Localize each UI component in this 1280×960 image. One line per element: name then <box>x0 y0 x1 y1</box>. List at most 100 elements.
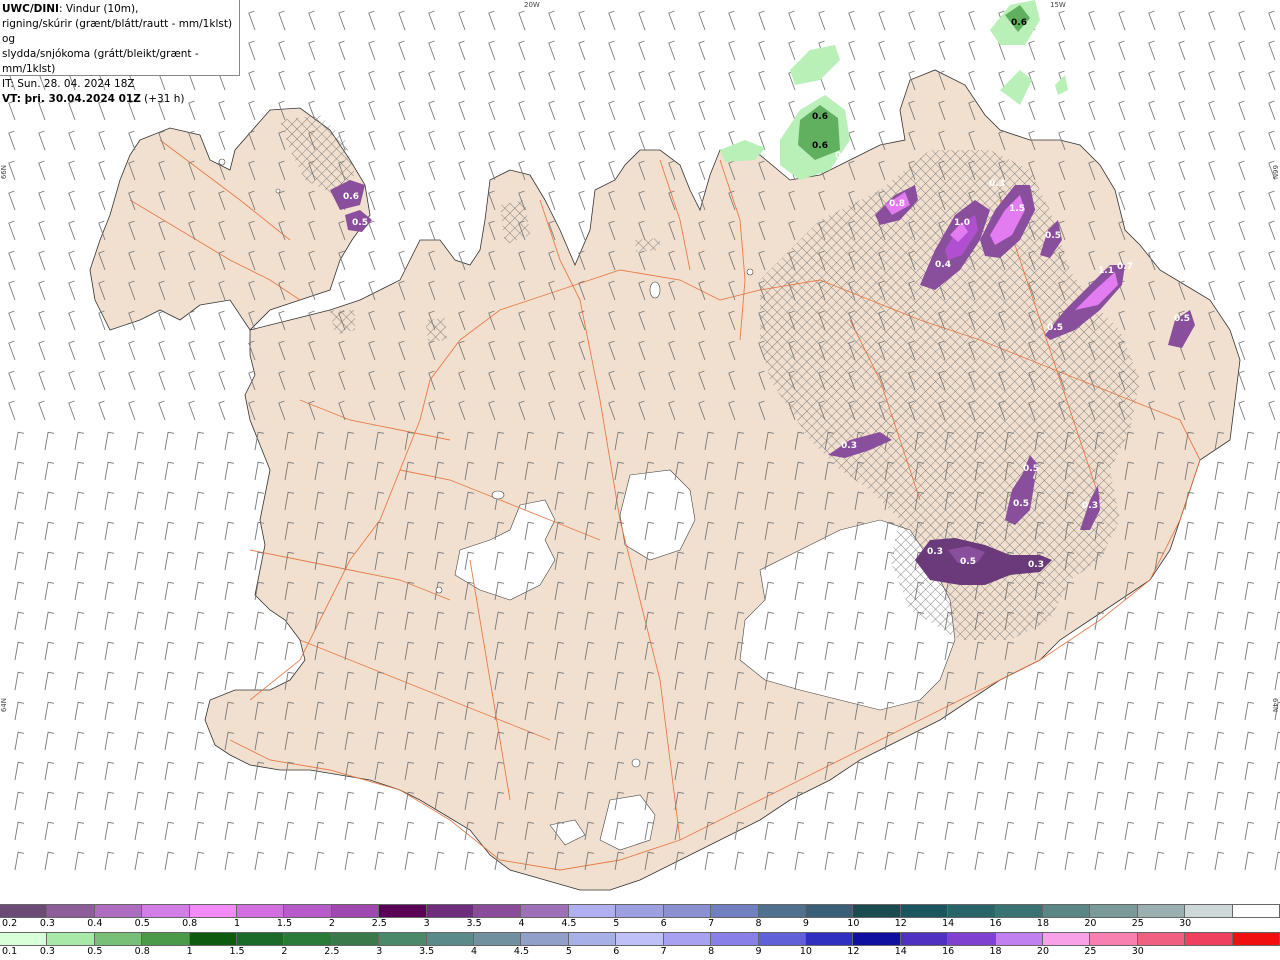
legend-color-swatch <box>900 905 949 917</box>
grid-label-66n-right: 66N <box>1271 165 1279 180</box>
legend-color-swatch <box>379 933 427 945</box>
legend-color-swatch <box>1090 905 1138 917</box>
legend-color-swatch <box>758 933 806 945</box>
legend-label: 12 <box>847 946 860 957</box>
snow-legend: 0.2 0.3 0.4 0.5 0.8 1 1.5 2 2.5 3 3.5 4 4.5 5 6 7 8 9 10 12… <box>0 904 1280 932</box>
legend-label: 8 <box>708 946 715 957</box>
lead-time: (+31 h) <box>140 93 185 105</box>
title-line2: rigning/skúrir (grænt/blátt/rautt - mm/1… <box>2 18 233 45</box>
legend-label: 3 <box>423 918 430 929</box>
grid-label-15w: 15W <box>1050 1 1066 9</box>
legend-label: 0.5 <box>134 918 150 929</box>
legend-color-swatch <box>379 905 427 917</box>
legend-label: 1.5 <box>229 946 245 957</box>
legend-label: 1 <box>186 946 193 957</box>
snow-legend-colorbar <box>0 904 1280 918</box>
legend-color-swatch <box>474 933 522 945</box>
legend-color-swatch <box>94 905 143 917</box>
map-value-label: 0.5 <box>1013 499 1029 509</box>
legend-color-swatch <box>758 905 806 917</box>
legend-label: 12 <box>894 918 907 929</box>
legend-color-swatch <box>47 933 95 945</box>
rain-legend: 0.1 0.3 0.5 0.8 1 1.5 2 2.5 3 3.5 4 4.5 5 6 7 8 9 10 12 14 1… <box>0 932 1280 960</box>
map-value-label: 0.6 <box>812 112 828 122</box>
legend-color-swatch <box>474 905 522 917</box>
map-value-label: 0.3 <box>927 547 943 557</box>
grid-label-64n-left: 64N <box>0 698 8 713</box>
legend-label: 1.5 <box>276 918 292 929</box>
legend-label: 2 <box>281 946 288 957</box>
legend-label: 25 <box>1084 946 1097 957</box>
legend-label: 7 <box>660 946 667 957</box>
legend-color-swatch <box>995 933 1043 945</box>
legend-color-swatch <box>568 905 617 917</box>
legend-color-swatch <box>1137 933 1186 945</box>
legend-color-swatch <box>189 933 238 945</box>
rain-legend-colorbar <box>0 932 1280 946</box>
legend-label: 4.5 <box>561 918 577 929</box>
legend-color-swatch <box>568 933 617 945</box>
map-value-label: 0.5 <box>1174 314 1190 324</box>
legend-label: 2.5 <box>324 946 340 957</box>
legend-color-swatch <box>1185 905 1233 917</box>
legend-color-swatch <box>711 933 759 945</box>
legend-label: 30 <box>1179 918 1192 929</box>
grid-label-20w: 20W <box>524 1 540 9</box>
map-value-label: 1.0 <box>954 218 970 228</box>
legend-color-swatch <box>948 905 996 917</box>
legend-color-swatch <box>900 933 949 945</box>
map-value-label: 0.6 <box>1011 18 1027 28</box>
legend-color-swatch <box>853 933 901 945</box>
legend-label: 0.4 <box>87 918 103 929</box>
legend-label: 9 <box>755 946 762 957</box>
legend-label: 25 <box>1131 918 1144 929</box>
legend-label: 0.5 <box>87 946 103 957</box>
title-line3: slydda/snjókoma (grátt/bleikt/grænt - mm… <box>2 48 199 75</box>
legend-color-swatch <box>331 933 380 945</box>
legend-label: 14 <box>894 946 907 957</box>
legend-label: 16 <box>942 946 955 957</box>
legend-color-swatch <box>853 905 901 917</box>
legend-color-swatch <box>948 933 996 945</box>
map-value-label: 0.3 <box>1082 501 1098 511</box>
forecast-info-box: UWC/DINI: Vindur (10m), rigning/skúrir (… <box>0 0 240 105</box>
legend-color-swatch <box>663 905 712 917</box>
legend-color-swatch <box>284 905 332 917</box>
legend-color-swatch <box>1090 933 1138 945</box>
title-line1: : Vindur (10m), <box>58 3 139 15</box>
legend-label: 5 <box>613 918 620 929</box>
legend-label: 0.8 <box>134 946 150 957</box>
map-value-label: 0.5 <box>352 218 368 228</box>
legend-color-swatch <box>47 905 95 917</box>
legend-color-swatch <box>189 905 238 917</box>
map-value-label: 0.5 <box>1023 464 1039 474</box>
legend-color-swatch <box>426 905 475 917</box>
forecast-map: 0.60.60.60.40.60.50.80.31.01.50.50.41.1 0… <box>0 0 1280 904</box>
legend-label: 30 <box>1131 946 1144 957</box>
legend-label: 16 <box>989 918 1002 929</box>
legend-color-swatch <box>1232 933 1280 945</box>
legend-color-swatch <box>663 933 712 945</box>
legend-label: 3.5 <box>419 946 435 957</box>
legend-label: 5 <box>565 946 572 957</box>
legend-color-swatch <box>94 933 143 945</box>
legend-label: 0.8 <box>182 918 198 929</box>
map-value-label: 0.5 <box>1045 231 1061 241</box>
legend-label: 9 <box>802 918 809 929</box>
map-value-label: 1.1 <box>1098 266 1114 276</box>
map-value-label: 0.6 <box>343 192 359 202</box>
rain-legend-labels: 0.1 0.3 0.5 0.8 1 1.5 2 2.5 3 3.5 4 4.5 5 6 7 8 9 10 12 14 1… <box>0 946 1280 960</box>
legend-color-swatch <box>1042 905 1091 917</box>
map-value-label: 0.6 <box>812 141 828 151</box>
legend-label: 18 <box>989 946 1002 957</box>
legend-color-swatch <box>616 933 664 945</box>
legend-label: 20 <box>1084 918 1097 929</box>
legend-label: 4.5 <box>513 946 530 957</box>
map-value-label: 0.8 <box>889 199 905 209</box>
legend-label: 4 <box>471 946 478 957</box>
legend-label: 1 <box>234 918 241 929</box>
legend-label: 14 <box>942 918 955 929</box>
legend-label: 2 <box>328 918 335 929</box>
legend-color-swatch <box>711 905 759 917</box>
model-name: UWC/DINI <box>2 3 59 15</box>
